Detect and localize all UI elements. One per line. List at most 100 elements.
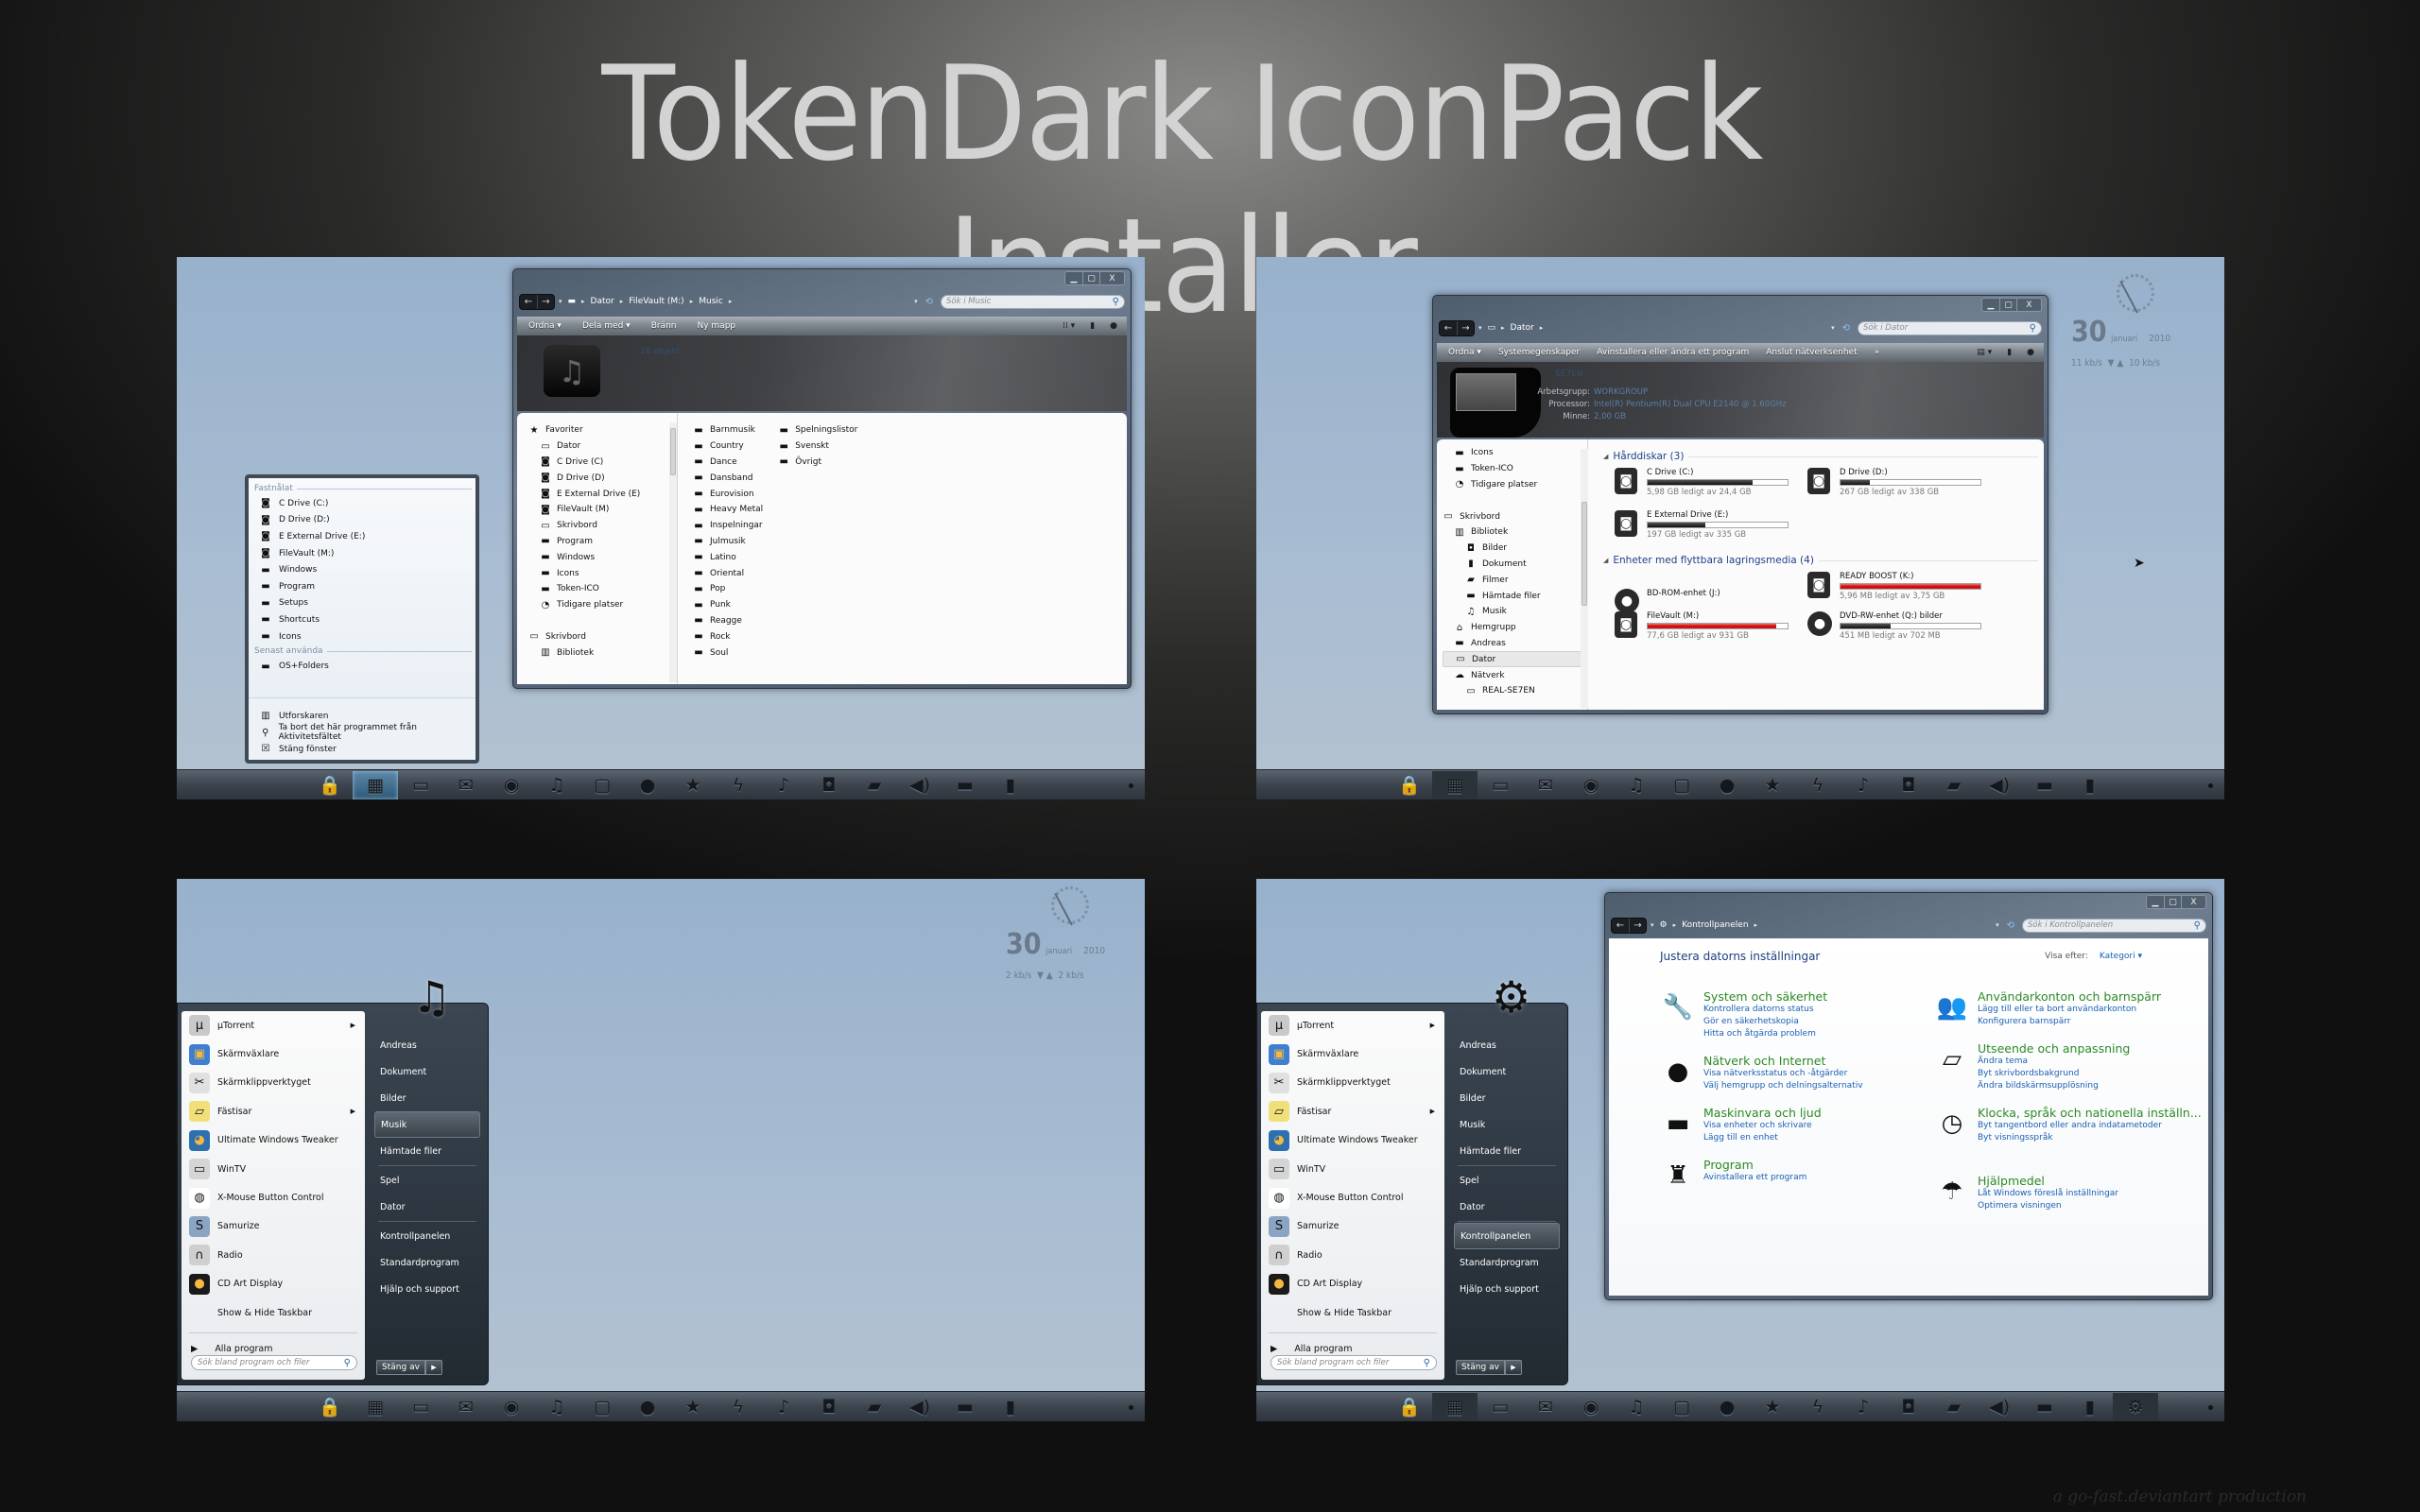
display-icon[interactable]: ▢ bbox=[1659, 771, 1704, 799]
library-icon[interactable]: ▦ bbox=[353, 1393, 398, 1421]
back-button[interactable]: ← bbox=[1440, 321, 1457, 335]
search-input[interactable]: Sök i Dator ⚲ bbox=[1858, 320, 2042, 335]
laptop-icon[interactable]: ▭ bbox=[398, 1393, 443, 1421]
category-title-link[interactable]: Program bbox=[1703, 1158, 1949, 1172]
nav-item[interactable]: ▬ Icons bbox=[1443, 445, 1587, 461]
help-icon[interactable]: ● bbox=[2027, 348, 2034, 357]
camera-icon[interactable]: ◘ bbox=[1886, 1393, 1931, 1421]
jump-list-item[interactable]: ▬ Windows bbox=[249, 561, 475, 578]
group-header-hard-disks[interactable]: ◢ Hårddiskar (3) bbox=[1603, 451, 2038, 462]
nav-item[interactable]: ☁ Nätverk bbox=[1443, 667, 1587, 683]
mail-icon[interactable]: ✉ bbox=[443, 1393, 489, 1421]
category-task-link[interactable]: Visa nätverksstatus och -åtgärder bbox=[1703, 1068, 1949, 1080]
clapper-icon[interactable]: ▰ bbox=[1931, 771, 1977, 799]
program-item[interactable]: ◍ X-Mouse Button Control bbox=[1261, 1183, 1444, 1211]
address-dropdown[interactable]: ▾ bbox=[1831, 324, 1835, 332]
bolt-icon[interactable]: ϟ bbox=[716, 1393, 761, 1421]
nav-item[interactable]: ▭ Skrivbord bbox=[528, 628, 677, 644]
program-item[interactable]: ◍ X-Mouse Button Control bbox=[182, 1183, 365, 1211]
minimize-button[interactable]: ▁ bbox=[1982, 299, 1999, 311]
start-place-item[interactable]: Hämtade filer bbox=[1454, 1138, 1560, 1164]
nav-item[interactable]: ◙ E External Drive (E) bbox=[528, 486, 677, 502]
start-place-item[interactable]: Kontrollpanelen bbox=[374, 1223, 480, 1249]
drive-item[interactable]: ● BD-ROM-enhet (J:) bbox=[1615, 589, 1720, 613]
camera-icon[interactable]: ◘ bbox=[806, 1393, 852, 1421]
folder-item[interactable]: ▬ Reagge bbox=[693, 613, 763, 629]
nav-item[interactable]: ♫ Musik bbox=[1443, 604, 1587, 620]
camera-icon[interactable]: ◘ bbox=[806, 771, 852, 799]
back-button[interactable]: ← bbox=[520, 295, 537, 309]
category-task-link[interactable]: Byt visningsspråk bbox=[1978, 1132, 2223, 1144]
folder-item[interactable]: ▬ Dance bbox=[693, 455, 763, 471]
shutdown-options-button[interactable]: ▶ bbox=[1505, 1360, 1522, 1375]
close-button[interactable]: X bbox=[1099, 272, 1124, 284]
back-button[interactable]: ← bbox=[1612, 919, 1629, 933]
shutdown-button[interactable]: Stäng av bbox=[1456, 1360, 1505, 1375]
nav-item[interactable]: ◙ D Drive (D) bbox=[528, 470, 677, 486]
settings-icon[interactable]: ⚙ bbox=[2113, 1392, 2158, 1421]
start-place-item[interactable]: Bilder bbox=[374, 1085, 480, 1111]
refresh-icon[interactable]: ⟲ bbox=[2007, 920, 2014, 931]
lock-icon[interactable]: 🔒 bbox=[307, 1393, 353, 1421]
show-desktop-button[interactable] bbox=[1129, 783, 1133, 788]
category-title-link[interactable]: Utseende och anpassning bbox=[1978, 1041, 2223, 1056]
jump-list-item[interactable]: ▬ Shortcuts bbox=[249, 611, 475, 628]
category-title-link[interactable]: Hjälpmedel bbox=[1978, 1174, 2223, 1188]
folder-item[interactable]: ▬ Övrigt bbox=[778, 455, 857, 471]
nav-item[interactable]: ◘ Bilder bbox=[1443, 541, 1587, 557]
bolt-icon[interactable]: ϟ bbox=[716, 771, 761, 799]
nav-item[interactable]: ▥ Bibliotek bbox=[1443, 524, 1587, 541]
folder-icon[interactable]: ▬ bbox=[2022, 771, 2067, 799]
map-network-drive-button[interactable]: Anslut nätverksenhet bbox=[1766, 348, 1857, 357]
category-task-link[interactable]: Optimera visningen bbox=[1978, 1200, 2223, 1212]
maximize-button[interactable]: ▢ bbox=[1082, 272, 1099, 284]
start-place-item[interactable]: Musik bbox=[1454, 1111, 1560, 1138]
clapper-icon[interactable]: ▰ bbox=[852, 1393, 897, 1421]
program-item[interactable]: ● CD Art Display bbox=[1261, 1270, 1444, 1298]
share-button[interactable]: Dela med ▾ bbox=[582, 321, 631, 331]
category-task-link[interactable]: Välj hemgrupp och delningsalternativ bbox=[1703, 1080, 1949, 1092]
start-place-item[interactable]: Standardprogram bbox=[374, 1249, 480, 1276]
category-task-link[interactable]: Byt tangentbord eller andra indatametode… bbox=[1978, 1120, 2223, 1132]
trash-icon[interactable]: ▮ bbox=[988, 771, 1033, 799]
display-icon[interactable]: ▢ bbox=[1659, 1393, 1704, 1421]
start-place-item[interactable]: Musik bbox=[374, 1111, 480, 1138]
start-place-item[interactable]: Dokument bbox=[374, 1058, 480, 1085]
jump-list-item[interactable]: ◙ C Drive (C:) bbox=[249, 495, 475, 512]
show-desktop-button[interactable] bbox=[1129, 1405, 1133, 1410]
address-dropdown[interactable]: ▾ bbox=[1996, 921, 1999, 929]
program-item[interactable]: ∩ Radio bbox=[182, 1241, 365, 1269]
bolt-icon[interactable]: ϟ bbox=[1795, 1393, 1841, 1421]
headphones-icon[interactable]: ♫ bbox=[534, 771, 579, 799]
refresh-icon[interactable]: ⟲ bbox=[925, 297, 933, 307]
headphones-icon[interactable]: ♫ bbox=[1614, 1393, 1659, 1421]
nav-item[interactable]: ▬ Hämtade filer bbox=[1443, 588, 1587, 604]
category-task-link[interactable]: Avinstallera ett program bbox=[1703, 1172, 1949, 1184]
folder-item[interactable]: ▬ Pop bbox=[693, 581, 763, 597]
category-task-link[interactable]: Byt skrivbordsbakgrund bbox=[1978, 1068, 2223, 1080]
maximize-button[interactable]: ▢ bbox=[2164, 896, 2181, 908]
crumb[interactable]: Dator bbox=[591, 297, 614, 306]
category-task-link[interactable]: Kontrollera datorns status bbox=[1703, 1004, 1949, 1016]
folder-item[interactable]: ▬ Svenskt bbox=[778, 438, 857, 455]
headphones-icon[interactable]: ♫ bbox=[1614, 771, 1659, 799]
program-item[interactable]: ▣ Skärmväxlare bbox=[182, 1040, 365, 1068]
address-dropdown[interactable]: ▾ bbox=[914, 298, 918, 305]
nav-item[interactable]: ▭ Dator bbox=[1443, 651, 1587, 668]
start-place-item[interactable]: Bilder bbox=[1454, 1085, 1560, 1111]
folder-item[interactable]: ▬ Eurovision bbox=[693, 486, 763, 502]
folder-item[interactable]: ▬ Soul bbox=[693, 644, 763, 661]
category-task-link[interactable]: Konfigurera barnspärr bbox=[1978, 1016, 2223, 1028]
jump-list-item[interactable]: ◙ FileVault (M:) bbox=[249, 545, 475, 562]
drive-item[interactable]: ◙ E External Drive (E:) 197 GB ledigt av 3… bbox=[1615, 510, 1789, 540]
program-item[interactable]: ▱ Fästisar ▶ bbox=[182, 1097, 365, 1125]
jump-list-item[interactable]: ▬ Program bbox=[249, 578, 475, 595]
start-search-input[interactable]: Sök bland program och filer ⚲ bbox=[1270, 1355, 1437, 1370]
recent-pages-dropdown[interactable]: ▾ bbox=[559, 298, 562, 305]
trash-icon[interactable]: ▮ bbox=[2067, 1393, 2113, 1421]
music-icon[interactable]: ♪ bbox=[1841, 1393, 1886, 1421]
show-desktop-button[interactable] bbox=[2208, 1405, 2213, 1410]
category-title-link[interactable]: Nätverk och Internet bbox=[1703, 1054, 1949, 1068]
jump-list-item[interactable]: ▥ Utforskaren bbox=[249, 708, 475, 725]
folder-item[interactable]: ▬ Country bbox=[693, 438, 763, 455]
